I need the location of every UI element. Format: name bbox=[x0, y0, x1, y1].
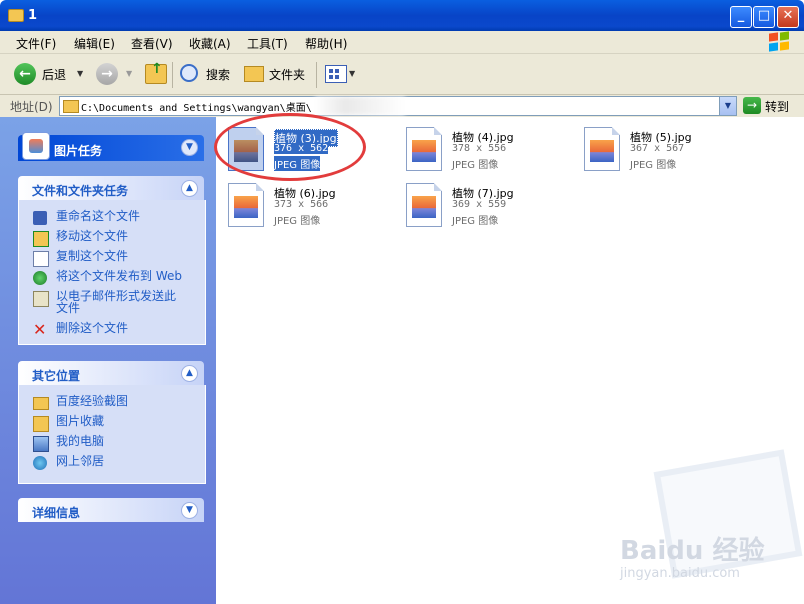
menu-favorites[interactable]: 收藏(A) bbox=[189, 35, 231, 52]
file-type: JPEG 图像 bbox=[452, 216, 499, 227]
address-input[interactable]: C:\Documents and Settings\wangyan\桌面\ ▼ bbox=[59, 96, 737, 116]
folders-button[interactable]: 文件夹 bbox=[269, 66, 305, 83]
views-icon[interactable] bbox=[325, 65, 347, 83]
address-bar: 地址(D) C:\Documents and Settings\wangyan\… bbox=[0, 95, 804, 118]
jpeg-file-icon bbox=[228, 183, 264, 227]
maximize-button[interactable]: □ bbox=[753, 6, 775, 28]
back-button[interactable]: 后退 bbox=[42, 66, 66, 83]
publish-web-icon bbox=[33, 271, 47, 285]
windows-logo-icon bbox=[767, 31, 793, 52]
jpeg-file-icon bbox=[584, 127, 620, 171]
file-type: JPEG 图像 bbox=[452, 160, 499, 171]
delete-icon: ✕ bbox=[33, 320, 47, 339]
title-bar[interactable]: 1 _ □ ✕ bbox=[0, 0, 804, 31]
network-icon bbox=[33, 456, 47, 470]
window-title: 1 bbox=[28, 8, 38, 23]
address-dropdown-icon[interactable]: ▼ bbox=[719, 97, 736, 115]
folders-icon[interactable] bbox=[244, 66, 264, 82]
file-tasks-title: 文件和文件夹任务 bbox=[32, 184, 129, 198]
minimize-button[interactable]: _ bbox=[730, 6, 752, 28]
copy-icon bbox=[33, 251, 49, 267]
address-label: 地址(D) bbox=[10, 100, 53, 114]
watermark-url: jingyan.baidu.com bbox=[620, 566, 740, 581]
details-header[interactable]: 详细信息 ▼ bbox=[18, 498, 204, 522]
address-path[interactable]: C:\Documents and Settings\wangyan\桌面\ bbox=[81, 99, 312, 114]
expand-icon[interactable]: ▼ bbox=[181, 502, 198, 519]
go-arrow-icon[interactable]: → bbox=[743, 97, 761, 114]
views-dropdown-icon[interactable]: ▼ bbox=[349, 69, 355, 78]
back-dropdown-icon[interactable]: ▼ bbox=[77, 69, 83, 78]
computer-icon bbox=[33, 436, 49, 452]
file-dimensions: 373 x 566 bbox=[274, 199, 329, 210]
toolbar-separator bbox=[316, 62, 317, 88]
collapse-icon[interactable]: ▲ bbox=[181, 365, 198, 382]
menu-tools[interactable]: 工具(T) bbox=[247, 35, 288, 52]
go-button[interactable]: 转到 bbox=[765, 98, 789, 115]
menu-edit[interactable]: 编辑(E) bbox=[74, 35, 115, 52]
email-icon bbox=[33, 291, 49, 307]
file-type: JPEG 图像 bbox=[274, 216, 321, 227]
search-button[interactable]: 搜索 bbox=[206, 66, 230, 83]
file-type: JPEG 图像 bbox=[630, 160, 677, 171]
rename-icon bbox=[33, 211, 47, 225]
folder-icon bbox=[8, 9, 24, 22]
details-title: 详细信息 bbox=[32, 506, 81, 520]
forward-dropdown-icon[interactable]: ▼ bbox=[126, 69, 132, 78]
file-tasks-body: 重命名这个文件 移动这个文件 复制这个文件 将这个文件发布到 Web 以电子邮件… bbox=[18, 200, 206, 345]
folder-icon bbox=[63, 100, 79, 113]
up-folder-icon[interactable]: ↑ bbox=[145, 61, 167, 84]
jpeg-file-icon bbox=[406, 127, 442, 171]
forward-arrow-icon[interactable]: → bbox=[96, 63, 118, 85]
picture-tasks-title: 图片任务 bbox=[54, 144, 103, 158]
file-dimensions: 369 x 559 bbox=[452, 199, 507, 210]
collapse-icon[interactable]: ▲ bbox=[181, 180, 198, 197]
close-button[interactable]: ✕ bbox=[777, 6, 799, 28]
pictures-folder-icon bbox=[33, 416, 49, 432]
watermark-text: Baidu 经验 bbox=[620, 536, 765, 566]
picture-tasks-icon bbox=[22, 132, 50, 160]
toolbar-separator bbox=[172, 62, 173, 88]
move-icon bbox=[33, 231, 49, 247]
menu-bar: 文件(F) 编辑(E) 查看(V) 收藏(A) 工具(T) 帮助(H) bbox=[0, 31, 804, 54]
toolbar: ← 后退 ▼ → ▼ ↑ 搜索 文件夹 ▼ bbox=[0, 54, 804, 95]
expand-icon[interactable]: ▼ bbox=[181, 139, 198, 156]
other-places-title: 其它位置 bbox=[32, 369, 81, 383]
file-tasks-header[interactable]: 文件和文件夹任务 ▲ bbox=[18, 176, 204, 200]
highlight-circle bbox=[214, 113, 366, 181]
file-dimensions: 367 x 567 bbox=[630, 143, 685, 154]
other-places-header[interactable]: 其它位置 ▲ bbox=[18, 361, 204, 385]
file-dimensions: 378 x 556 bbox=[452, 143, 507, 154]
jpeg-file-icon bbox=[406, 183, 442, 227]
task-pane: 图片任务 ▼ 文件和文件夹任务 ▲ 重命名这个文件 移动这个文件 复制这个文件 … bbox=[0, 117, 216, 604]
folder-icon bbox=[33, 397, 49, 410]
menu-help[interactable]: 帮助(H) bbox=[305, 35, 347, 52]
redacted-area bbox=[315, 97, 405, 115]
search-icon[interactable] bbox=[180, 64, 198, 82]
other-places-body: 百度经验截图 图片收藏 我的电脑 网上邻居 bbox=[18, 385, 206, 484]
menu-view[interactable]: 查看(V) bbox=[131, 35, 173, 52]
picture-tasks-header[interactable]: 图片任务 ▼ bbox=[18, 132, 204, 161]
menu-file[interactable]: 文件(F) bbox=[16, 35, 56, 52]
back-arrow-icon[interactable]: ← bbox=[14, 63, 36, 85]
